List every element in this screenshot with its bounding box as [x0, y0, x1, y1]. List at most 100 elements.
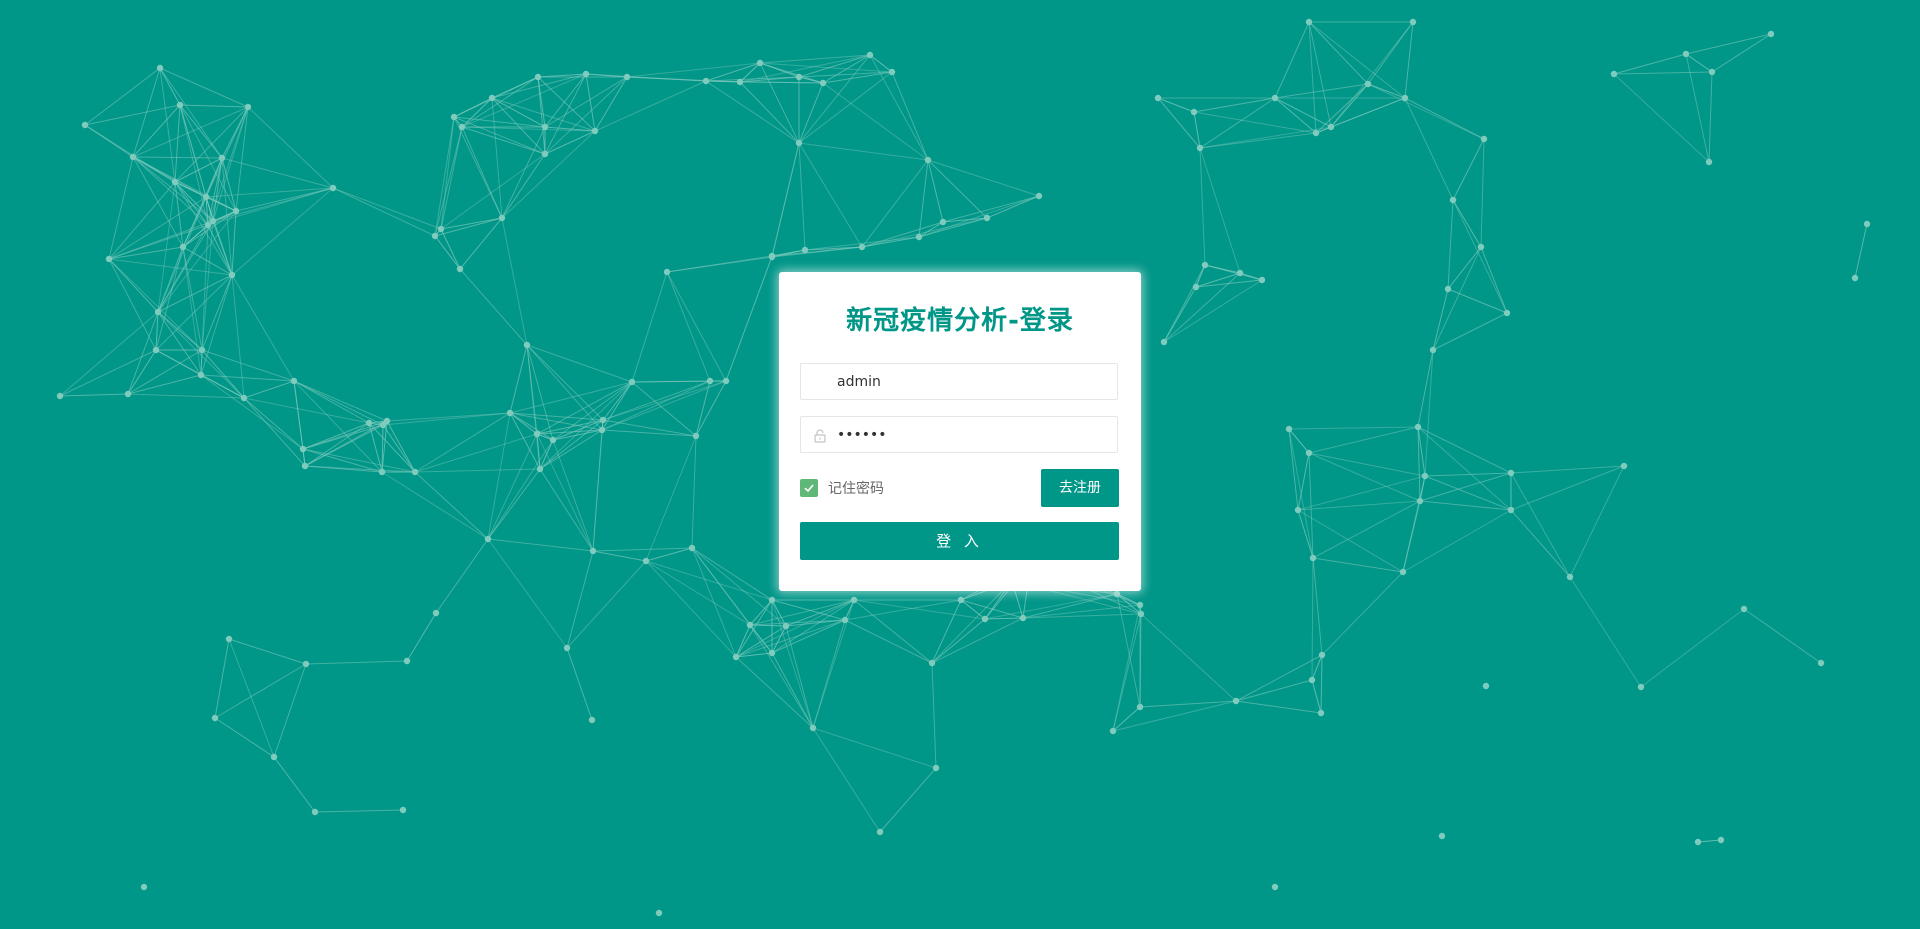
network-line [918, 195, 1040, 238]
network-line [526, 344, 604, 421]
network-dot [1482, 682, 1490, 690]
network-dot [1136, 703, 1144, 711]
network-dot [1444, 285, 1452, 293]
network-dot [124, 390, 132, 398]
network-line [1199, 126, 1332, 149]
username-field[interactable] [800, 363, 1118, 400]
network-line [666, 255, 773, 273]
network-dot [1414, 423, 1422, 431]
network-dot [888, 68, 896, 76]
network-line [1569, 465, 1625, 578]
username-input[interactable] [837, 364, 1107, 399]
network-line [1193, 97, 1276, 113]
network-line [1685, 33, 1772, 55]
network-line [691, 547, 773, 601]
password-input[interactable] [837, 417, 1107, 452]
network-dot [365, 419, 373, 427]
network-dot [858, 243, 866, 251]
network-line [960, 599, 1024, 619]
network-line [1367, 83, 1485, 140]
network-line [869, 54, 893, 73]
network-dot [1637, 683, 1645, 691]
network-dot [981, 615, 989, 623]
network-dot [1817, 659, 1825, 667]
network-line [1432, 246, 1482, 351]
network-dot [1318, 651, 1326, 659]
network-dot [983, 214, 991, 222]
network-line [1311, 679, 1322, 714]
network-dot [1201, 261, 1209, 269]
network-dot [655, 909, 663, 917]
network-line [1274, 97, 1332, 128]
network-line [812, 727, 937, 769]
network-dot [244, 103, 252, 111]
network-line [435, 538, 489, 614]
network-dot [218, 154, 226, 162]
network-line [1311, 654, 1323, 681]
network-line [440, 153, 546, 230]
network-line [927, 159, 944, 223]
network-line [1199, 147, 1206, 266]
network-line [332, 187, 436, 237]
network-line [501, 217, 528, 346]
network-line [725, 255, 773, 382]
network-dot [642, 557, 650, 565]
network-dot [533, 430, 541, 438]
network-line [544, 76, 628, 155]
network-dot [299, 445, 307, 453]
network-line [487, 538, 594, 552]
network-line [749, 599, 773, 626]
register-button[interactable]: 去注册 [1041, 469, 1119, 507]
network-dot [1620, 462, 1628, 470]
network-dot [850, 596, 858, 604]
network-line [235, 106, 249, 212]
network-line [1235, 654, 1323, 702]
network-dot [383, 417, 391, 425]
network-line [645, 435, 697, 562]
network-line [1640, 608, 1745, 688]
network-line [440, 217, 503, 230]
page-title: 新冠疫情分析-登录 [846, 306, 1074, 336]
login-button[interactable]: 登 入 [800, 522, 1119, 560]
network-dot [1694, 838, 1702, 846]
network-line [487, 412, 511, 540]
remember-password[interactable]: 记住密码 [800, 479, 884, 497]
network-dot [1507, 506, 1515, 514]
network-line [127, 393, 245, 399]
network-line [798, 142, 806, 251]
remember-checkbox[interactable] [800, 479, 818, 497]
network-dot [456, 265, 464, 273]
network-line [1510, 509, 1571, 578]
network-line [1308, 21, 1406, 99]
password-field[interactable] [800, 416, 1118, 453]
network-dot [198, 346, 206, 354]
network-line [1235, 679, 1313, 702]
network-line [461, 73, 587, 128]
network-line [1743, 608, 1822, 664]
network-line [1199, 147, 1241, 274]
network-line [247, 106, 334, 189]
network-dot [702, 77, 710, 85]
network-line [491, 76, 539, 99]
network-dot [1610, 70, 1618, 78]
network-line [739, 81, 800, 144]
network-line [273, 663, 307, 758]
network-dot [498, 214, 506, 222]
network-dot [688, 544, 696, 552]
network-line [509, 381, 633, 414]
network-line [293, 380, 370, 424]
network-line [59, 311, 159, 397]
remember-label: 记住密码 [828, 481, 884, 497]
network-line [1308, 452, 1421, 502]
network-dot [506, 409, 514, 417]
network-dot [549, 436, 557, 444]
network-line [537, 76, 546, 155]
network-dot [1294, 506, 1302, 514]
network-dot [801, 246, 809, 254]
network-dot [1308, 676, 1316, 684]
network-dot [589, 547, 597, 555]
network-line [1447, 288, 1508, 314]
network-dot [176, 101, 184, 109]
network-dot [1136, 601, 1144, 609]
network-line [1312, 557, 1323, 656]
